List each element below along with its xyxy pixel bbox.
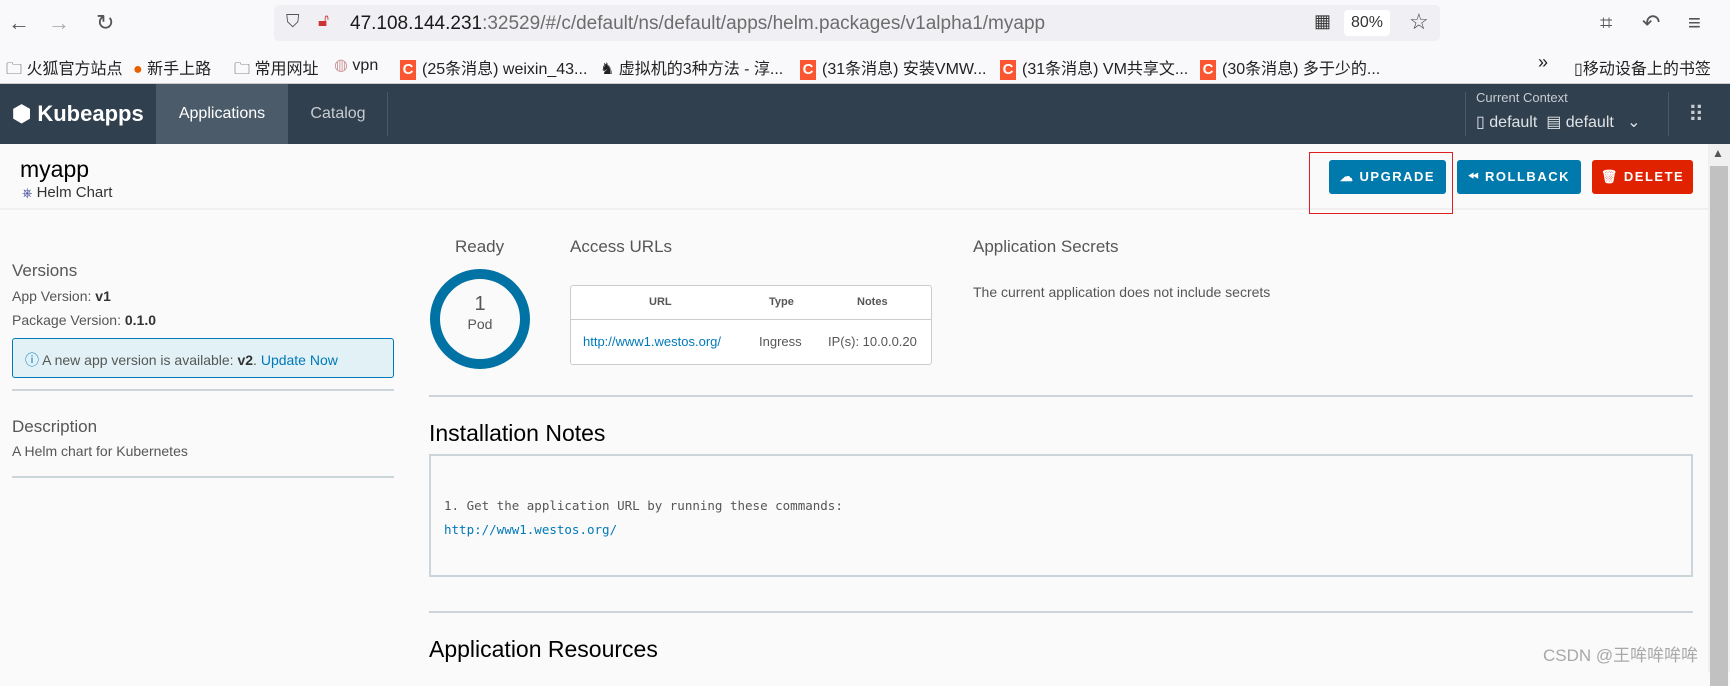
rewind-icon: ⏪︎ <box>1468 169 1480 184</box>
page-title: myapp <box>20 156 90 182</box>
column-header: Notes <box>857 296 888 308</box>
bookmark[interactable]: 🗀 火狐官方站点 <box>6 55 122 85</box>
versions-title: Versions <box>12 261 78 280</box>
bookmark[interactable]: C (31条消息) VM共享文... <box>1000 55 1188 80</box>
divider <box>571 319 931 320</box>
bookmark[interactable]: ◍ vpn <box>334 55 378 75</box>
access-urls-title: Access URLs <box>570 237 673 256</box>
pod-unit: Pod <box>467 316 493 332</box>
browser-toolbar: ← → ↻ ⛉ 🔓︎ 47.108.144.231:32529/#/c/defa… <box>0 0 1730 46</box>
secrets-text: The current application does not include… <box>973 284 1271 300</box>
bookmark[interactable]: ♞ 虚拟机的3种方法 - 淳... <box>600 55 783 79</box>
scrollbar-thumb[interactable] <box>1710 166 1728 686</box>
qr-code-icon[interactable]: ▦ <box>1314 11 1331 32</box>
watermark: CSDN @王哞哞哞哞 <box>1543 646 1699 665</box>
url-path: :32529/#/c/default/ns/default/apps/helm.… <box>482 13 1046 34</box>
installation-notes-box: 1. Get the application URL by running th… <box>429 454 1693 577</box>
cluster-icon: ▯ <box>1476 114 1485 131</box>
divider <box>387 92 388 136</box>
divider <box>1668 92 1669 136</box>
scroll-up-icon[interactable]: ▲ <box>1712 146 1724 160</box>
column-header: URL <box>649 296 672 308</box>
update-alert: ⓘ A new app version is available: v2. Up… <box>12 338 394 378</box>
divider <box>12 476 394 478</box>
url-type: Ingress <box>759 334 802 349</box>
kubeapps-logo[interactable]: ⬢ Kubeapps <box>12 101 144 127</box>
rollback-button[interactable]: ⏪︎ ROLLBACK <box>1457 160 1581 194</box>
access-url-link[interactable]: http://www1.westos.org/ <box>583 334 721 349</box>
delete-button[interactable]: 🗑︎ DELETE <box>1592 160 1693 194</box>
trash-icon: 🗑︎ <box>1600 169 1619 184</box>
info-icon: ⓘ <box>25 352 39 368</box>
bookmark[interactable]: C (31条消息) 安装VMW... <box>800 55 986 80</box>
divider <box>429 611 1693 613</box>
notes-line: 1. Get the application URL by running th… <box>444 498 843 513</box>
package-version: 0.1.0 <box>124 312 156 328</box>
address-bar[interactable]: ⛉ 🔓︎ 47.108.144.231:32529/#/c/default/ns… <box>274 5 1440 41</box>
forward-icon[interactable]: → <box>48 10 70 36</box>
logo-icon: ⬢ <box>12 101 32 126</box>
more-bookmarks-icon[interactable]: » <box>1538 52 1548 73</box>
url-notes: IP(s): 10.0.0.20 <box>828 334 917 349</box>
back-icon[interactable]: ← <box>8 10 30 36</box>
chevron-down-icon: ⌄ <box>1627 114 1641 131</box>
bookmarks-bar: 🗀 火狐官方站点 ● 新手上路 🗀 常用网址 ◍ vpn C (25条消息) we… <box>0 46 1730 84</box>
application-resources-title: Application Resources <box>429 636 658 662</box>
divider <box>12 389 394 391</box>
column-header: Type <box>769 296 794 308</box>
pod-count: 1 <box>474 293 486 315</box>
divider <box>429 395 1693 397</box>
tab-applications[interactable]: Applications <box>156 84 288 144</box>
context-label: Current Context <box>1476 90 1568 105</box>
mobile-bookmarks[interactable]: ▯移动设备上的书签 <box>1574 55 1711 79</box>
bookmark[interactable]: C (25条消息) weixin_43... <box>400 55 587 80</box>
notes-url: http://www1.westos.org/ <box>444 522 618 537</box>
app-grid-icon[interactable]: ⠿ <box>1688 102 1704 128</box>
undo-icon[interactable]: ↶ <box>1642 10 1660 36</box>
bookmark[interactable]: ● 新手上路 <box>133 55 211 79</box>
cluster: default <box>1489 114 1538 131</box>
access-urls-table: URL Type Notes http://www1.westos.org/ I… <box>570 285 932 365</box>
menu-icon[interactable]: ≡ <box>1688 10 1701 36</box>
insecure-lock-icon: 🔓︎ <box>318 11 330 30</box>
tab-catalog[interactable]: Catalog <box>288 84 388 144</box>
helm-icon: ⎈ <box>22 185 33 200</box>
zoom-level[interactable]: 80% <box>1344 10 1390 36</box>
bookmark[interactable]: 🗀 常用网址 <box>234 55 318 85</box>
shield-icon: ⛉ <box>286 11 300 31</box>
bookmark[interactable]: C (30条消息) 多于少的... <box>1200 55 1380 80</box>
namespace: default <box>1565 114 1614 131</box>
context-selector[interactable]: ▯ default ▤ default ⌄ <box>1476 112 1641 132</box>
app-type: Helm Chart <box>36 184 113 201</box>
star-icon[interactable]: ☆ <box>1409 9 1429 35</box>
ready-title: Ready <box>455 237 505 256</box>
secrets-title: Application Secrets <box>973 237 1119 256</box>
top-nav: ⬢ Kubeapps Applications Catalog Current … <box>0 84 1730 144</box>
namespace-icon: ▤ <box>1546 114 1562 131</box>
reload-icon[interactable]: ↻ <box>96 10 114 36</box>
crop-icon[interactable]: ⌗ <box>1600 10 1612 36</box>
highlight-box <box>1309 152 1453 214</box>
description-title: Description <box>12 417 98 436</box>
update-now-link[interactable]: Update Now <box>261 352 338 368</box>
url-host: 47.108.144.231 <box>350 13 483 34</box>
app-version: v1 <box>95 288 111 304</box>
description: A Helm chart for Kubernetes <box>12 443 188 459</box>
divider <box>1465 92 1466 136</box>
pod-status-donut: 1 Pod <box>430 269 530 369</box>
installation-notes-title: Installation Notes <box>429 420 606 446</box>
